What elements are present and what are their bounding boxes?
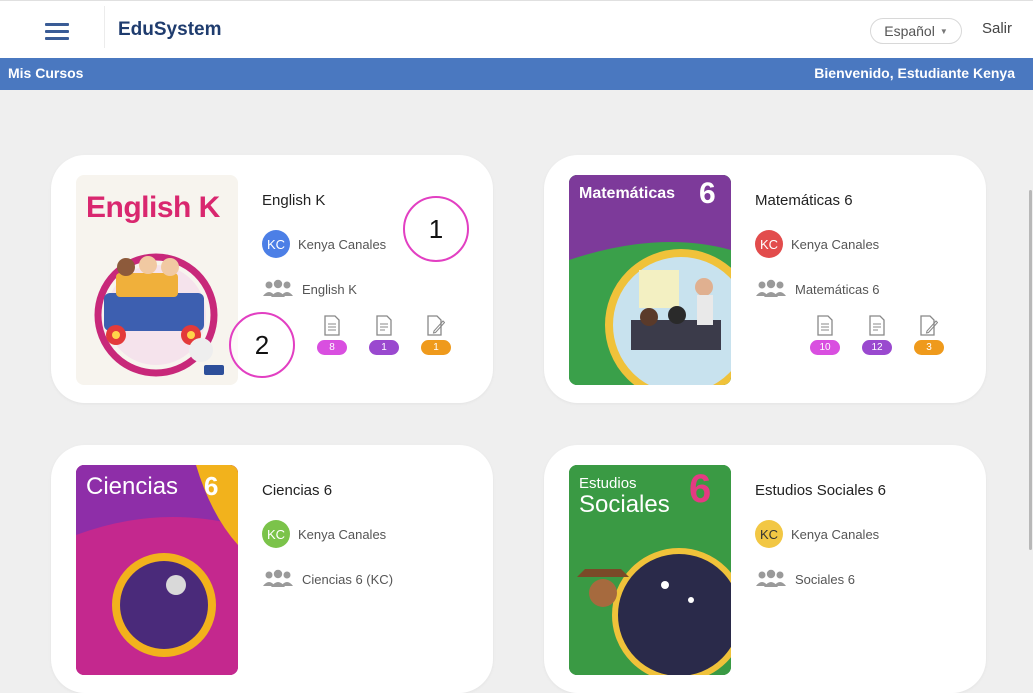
- stat-tasks[interactable]: 3: [910, 315, 948, 355]
- stat-lists[interactable]: 12: [858, 315, 896, 355]
- section-bar: Mis Cursos Bienvenido, Estudiante Kenya: [0, 58, 1033, 90]
- list-icon: [869, 315, 885, 336]
- course-card-ciencias-6[interactable]: Ciencias 6 Ciencias 6 KC Kenya Canales C…: [51, 445, 493, 693]
- group-name: English K: [302, 281, 357, 297]
- chevron-down-icon: ▼: [939, 26, 948, 36]
- teacher-row: KC Kenya Canales: [755, 230, 879, 258]
- top-bar: EduSystem Español ▼ Salir: [0, 0, 1033, 59]
- language-select[interactable]: Español ▼: [870, 18, 962, 44]
- hamburger-menu-icon[interactable]: [45, 23, 69, 40]
- stat-documents[interactable]: 10: [806, 315, 844, 355]
- cover-number: 6: [699, 177, 716, 210]
- language-value: Español: [884, 23, 935, 39]
- course-title[interactable]: Ciencias 6: [262, 482, 332, 499]
- cover-number: 6: [204, 471, 219, 501]
- teacher-avatar: KC: [755, 520, 783, 548]
- brand-name: EduSystem: [118, 19, 222, 40]
- course-title[interactable]: Matemáticas 6: [755, 192, 853, 209]
- teacher-name: Kenya Canales: [298, 526, 387, 542]
- badge-lists: 1: [369, 340, 399, 355]
- course-cover-matematicas-6[interactable]: Matemáticas 6: [569, 175, 731, 385]
- section-title: Mis Cursos: [8, 65, 84, 81]
- cover-title: Estudios: [579, 475, 637, 492]
- task-edit-icon: [427, 315, 445, 336]
- teacher-name: Kenya Canales: [791, 526, 880, 542]
- course-title[interactable]: Estudios Sociales 6: [755, 482, 886, 499]
- list-icon: [376, 315, 392, 336]
- badge-tasks: 3: [914, 340, 944, 355]
- group-row: English K: [262, 279, 357, 299]
- group-name: Ciencias 6 (KC): [302, 571, 394, 587]
- divider: [104, 6, 105, 48]
- group-name: Matemáticas 6: [795, 281, 880, 297]
- annotation-marker-2: 2: [229, 312, 295, 378]
- teacher-avatar: KC: [755, 230, 783, 258]
- badge-tasks: 1: [421, 340, 451, 355]
- cover-subtitle: Sociales: [579, 491, 670, 518]
- teacher-avatar: KC: [262, 230, 290, 258]
- scrollbar[interactable]: [1028, 90, 1033, 589]
- course-cover-estudios-sociales-6[interactable]: Estudios Sociales 6: [569, 465, 731, 675]
- cover-title: Matemáticas: [579, 185, 676, 202]
- teacher-row: KC Kenya Canales: [755, 520, 879, 548]
- logout-link[interactable]: Salir: [982, 20, 1012, 37]
- course-cover-english-k[interactable]: English K: [76, 175, 238, 385]
- task-edit-icon: [920, 315, 938, 336]
- course-cover-ciencias-6[interactable]: Ciencias 6: [76, 465, 238, 675]
- group-row: Sociales 6: [755, 569, 855, 589]
- annotation-marker-1: 1: [403, 196, 469, 262]
- scrollbar-thumb[interactable]: [1029, 190, 1032, 550]
- cover-number: 6: [689, 467, 712, 511]
- stat-lists[interactable]: 1: [365, 315, 403, 355]
- document-icon: [324, 315, 340, 336]
- badge-documents: 8: [317, 340, 347, 355]
- badge-documents: 10: [810, 340, 840, 355]
- teacher-avatar: KC: [262, 520, 290, 548]
- course-card-estudios-sociales-6[interactable]: Estudios Sociales 6 Estudios Sociales 6 …: [544, 445, 986, 693]
- teacher-name: Kenya Canales: [298, 236, 387, 252]
- badge-lists: 12: [862, 340, 892, 355]
- group-icon: [756, 279, 786, 297]
- group-icon: [263, 569, 293, 587]
- welcome-text: Bienvenido, Estudiante Kenya: [814, 65, 1015, 81]
- teacher-row: KC Kenya Canales: [262, 230, 386, 258]
- teacher-name: Kenya Canales: [791, 236, 880, 252]
- cover-title: Ciencias: [86, 473, 179, 500]
- stat-tasks[interactable]: 1: [417, 315, 455, 355]
- course-card-matematicas-6[interactable]: Matemáticas 6 Matemáticas 6 KC Kenya Can…: [544, 155, 986, 403]
- stat-documents[interactable]: 8: [313, 315, 351, 355]
- group-row: Matemáticas 6: [755, 279, 880, 299]
- teacher-row: KC Kenya Canales: [262, 520, 386, 548]
- group-icon: [756, 569, 786, 587]
- group-name: Sociales 6: [795, 571, 855, 587]
- document-icon: [817, 315, 833, 336]
- group-row: Ciencias 6 (KC): [262, 569, 393, 589]
- cover-title: English K: [86, 191, 220, 224]
- course-title[interactable]: English K: [262, 192, 325, 209]
- group-icon: [263, 279, 293, 297]
